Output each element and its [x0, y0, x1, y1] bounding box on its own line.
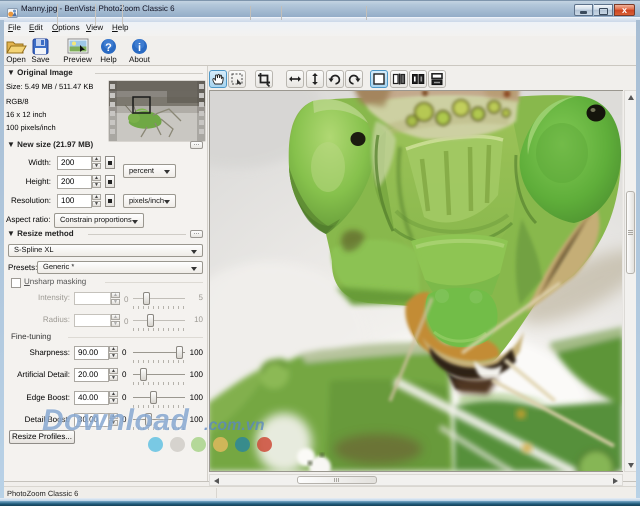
svg-text:?: ? — [105, 42, 112, 54]
svg-text:i: i — [138, 42, 141, 54]
